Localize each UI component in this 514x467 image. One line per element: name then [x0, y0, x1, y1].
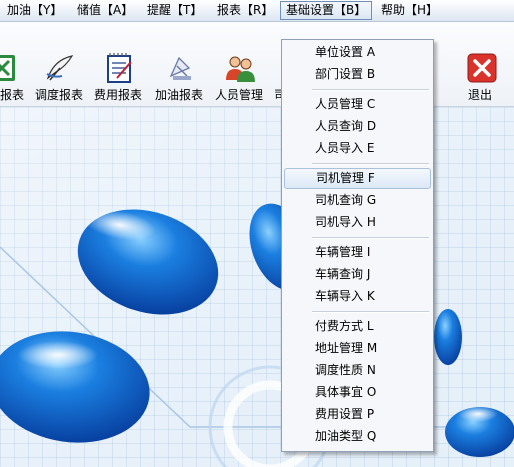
menu-reminder[interactable]: 提醒【T】 — [142, 1, 207, 20]
menu-separator — [312, 163, 429, 165]
basic-settings-dropdown: 单位设置 A 部门设置 B 人员管理 C 人员查询 D 人员导入 E 司机管理 … — [281, 39, 434, 452]
menu-item-specific-matters[interactable]: 具体事宜 O — [284, 382, 431, 403]
menu-item-payment-method[interactable]: 付费方式 L — [284, 316, 431, 337]
menu-item-driver-management[interactable]: 司机管理 F — [284, 168, 431, 189]
expense-report-label: 费用报表 — [94, 88, 143, 102]
personnel-label: 人员管理 — [215, 88, 264, 102]
quill-pen-icon — [46, 55, 74, 81]
menu-help[interactable]: 帮助【H】 — [376, 1, 443, 20]
menu-separator — [312, 237, 429, 239]
desktop-background — [0, 107, 514, 467]
menu-item-vehicle-management[interactable]: 车辆管理 I — [284, 242, 431, 263]
menu-item-driver-query[interactable]: 司机查询 G — [284, 190, 431, 211]
expense-report-button[interactable]: 费用报表 — [93, 22, 145, 106]
background-artwork — [0, 107, 514, 467]
menu-item-dispatch-nature[interactable]: 调度性质 N — [284, 360, 431, 381]
exit-label: 退出 — [468, 88, 493, 102]
users-icon — [226, 56, 255, 82]
fuel-report-button[interactable]: 加油报表 — [153, 22, 205, 106]
menu-item-expense-settings[interactable]: 费用设置 P — [284, 404, 431, 425]
report-label: 报表 — [0, 88, 25, 102]
dispatch-report-button[interactable]: 调度报表 — [34, 22, 86, 106]
menu-separator — [312, 311, 429, 313]
menu-item-driver-import[interactable]: 司机导入 H — [284, 212, 431, 233]
menu-item-department-settings[interactable]: 部门设置 B — [284, 64, 431, 85]
menu-fuel[interactable]: 加油【Y】 — [2, 1, 67, 20]
menu-basic-settings[interactable]: 基础设置【B】 — [280, 1, 373, 20]
menu-item-unit-settings[interactable]: 单位设置 A — [284, 42, 431, 63]
menu-item-vehicle-import[interactable]: 车辆导入 K — [284, 286, 431, 307]
exit-icon — [467, 53, 497, 83]
report-button[interactable]: 报表 — [0, 22, 28, 106]
menu-item-personnel-query[interactable]: 人员查询 D — [284, 116, 431, 137]
menu-item-address-management[interactable]: 地址管理 M — [284, 338, 431, 359]
fuel-report-icon — [169, 56, 191, 80]
menu-separator — [312, 89, 429, 91]
menu-item-vehicle-query[interactable]: 车辆查询 J — [284, 264, 431, 285]
fuel-report-label: 加油报表 — [155, 88, 204, 102]
dispatch-report-label: 调度报表 — [35, 88, 84, 102]
toolbar: 报表 调度报表 费用报表 加油报表 人员管理 司 退出 — [0, 22, 514, 107]
menu-item-personnel-management[interactable]: 人员管理 C — [284, 94, 431, 115]
exit-button[interactable]: 退出 — [462, 22, 502, 106]
menu-bar: 加油【Y】 储值【A】 提醒【T】 报表【R】 基础设置【B】 帮助【H】 — [0, 0, 514, 22]
menu-stored-value[interactable]: 储值【A】 — [72, 1, 138, 20]
notepad-icon — [107, 53, 132, 83]
spreadsheet-icon — [0, 55, 15, 81]
menu-item-fuel-type[interactable]: 加油类型 Q — [284, 426, 431, 447]
menu-item-personnel-import[interactable]: 人员导入 E — [284, 138, 431, 159]
menu-reports[interactable]: 报表【R】 — [212, 1, 278, 20]
personnel-button[interactable]: 人员管理 — [214, 22, 266, 106]
